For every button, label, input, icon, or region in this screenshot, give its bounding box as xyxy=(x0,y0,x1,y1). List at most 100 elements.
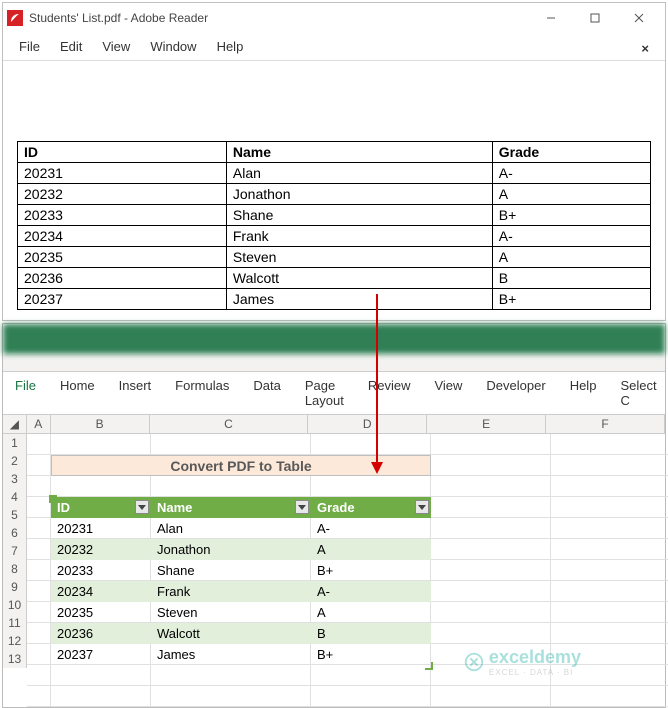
pdf-cell: 20237 xyxy=(18,289,227,310)
pdf-cell: B+ xyxy=(492,205,650,226)
close-button[interactable] xyxy=(617,4,661,32)
row-10[interactable]: 10 xyxy=(3,596,27,614)
document-close-icon[interactable]: × xyxy=(631,37,659,60)
xl-th-grade[interactable]: Grade xyxy=(311,497,431,518)
xl-cell: B+ xyxy=(311,644,431,665)
menu-window[interactable]: Window xyxy=(140,35,206,58)
table-row[interactable]: 20237JamesB+ xyxy=(51,644,431,665)
row-5[interactable]: 5 xyxy=(3,506,27,524)
pdf-cell: 20234 xyxy=(18,226,227,247)
table-row[interactable]: 20232JonathonA xyxy=(51,539,431,560)
sheet-area[interactable]: Convert PDF to Table ID Name Grade 20231… xyxy=(27,434,668,707)
select-all-corner[interactable]: ◢ xyxy=(3,415,27,433)
watermark-logo: exceldemy EXCEL · DATA · BI xyxy=(463,647,581,677)
menu-view[interactable]: View xyxy=(92,35,140,58)
tab-select[interactable]: Select C xyxy=(608,372,668,414)
pdf-table: ID Name Grade 20231AlanA- 20232JonathonA… xyxy=(17,141,651,310)
tab-review[interactable]: Review xyxy=(356,372,423,414)
tab-developer[interactable]: Developer xyxy=(474,372,557,414)
col-C[interactable]: C xyxy=(150,415,309,433)
pdf-cell: A- xyxy=(492,163,650,184)
xl-cell: A xyxy=(311,539,431,560)
adobe-reader-icon xyxy=(7,10,23,26)
pdf-cell: B+ xyxy=(492,289,650,310)
xl-cell: 20232 xyxy=(51,539,151,560)
excel-table: ID Name Grade 20231AlanA- 20232JonathonA… xyxy=(51,497,431,665)
xl-cell: 20234 xyxy=(51,581,151,602)
xl-cell: B xyxy=(311,623,431,644)
row-4[interactable]: 4 xyxy=(3,488,27,506)
pdf-th-name: Name xyxy=(226,142,492,163)
xl-th-id[interactable]: ID xyxy=(51,497,151,518)
col-B[interactable]: B xyxy=(51,415,150,433)
xl-cell: James xyxy=(151,644,311,665)
filter-dropdown-icon[interactable] xyxy=(295,500,309,514)
pdf-cell: A- xyxy=(492,226,650,247)
tab-pagelayout[interactable]: Page Layout xyxy=(293,372,356,414)
pdf-cell: Alan xyxy=(226,163,492,184)
row-1[interactable]: 1 xyxy=(3,434,27,452)
filter-dropdown-icon[interactable] xyxy=(135,500,149,514)
menu-file[interactable]: File xyxy=(9,35,50,58)
xl-th-name[interactable]: Name xyxy=(151,497,311,518)
xl-th-id-label: ID xyxy=(57,500,70,515)
pdf-cell: A xyxy=(492,184,650,205)
pdf-cell: Walcott xyxy=(226,268,492,289)
xl-cell: Jonathon xyxy=(151,539,311,560)
col-D[interactable]: D xyxy=(308,415,427,433)
row-2[interactable]: 2 xyxy=(3,452,27,470)
pdf-cell: James xyxy=(226,289,492,310)
pdf-cell: 20235 xyxy=(18,247,227,268)
adobe-titlebar: Students' List.pdf - Adobe Reader xyxy=(3,3,665,33)
pdf-cell: B xyxy=(492,268,650,289)
window-title: Students' List.pdf - Adobe Reader xyxy=(29,11,529,25)
tab-help[interactable]: Help xyxy=(558,372,609,414)
row-3[interactable]: 3 xyxy=(3,470,27,488)
xl-th-grade-label: Grade xyxy=(317,500,355,515)
tab-file[interactable]: File xyxy=(3,372,48,414)
tab-home[interactable]: Home xyxy=(48,372,107,414)
pdf-cell: Frank xyxy=(226,226,492,247)
row-12[interactable]: 12 xyxy=(3,632,27,650)
pdf-cell: A xyxy=(492,247,650,268)
minimize-button[interactable] xyxy=(529,4,573,32)
col-E[interactable]: E xyxy=(427,415,546,433)
xl-cell: A xyxy=(311,602,431,623)
menu-edit[interactable]: Edit xyxy=(50,35,92,58)
xl-cell: Walcott xyxy=(151,623,311,644)
xl-cell: A- xyxy=(311,518,431,539)
watermark-icon xyxy=(463,651,485,673)
table-row[interactable]: 20236WalcottB xyxy=(51,623,431,644)
filter-dropdown-icon[interactable] xyxy=(415,500,429,514)
adobe-reader-window: Students' List.pdf - Adobe Reader File E… xyxy=(2,2,666,321)
row-6[interactable]: 6 xyxy=(3,524,27,542)
row-11[interactable]: 11 xyxy=(3,614,27,632)
pdf-cell: 20236 xyxy=(18,268,227,289)
excel-titlebar xyxy=(3,324,665,354)
row-8[interactable]: 8 xyxy=(3,560,27,578)
tab-data[interactable]: Data xyxy=(241,372,292,414)
pdf-page: ID Name Grade 20231AlanA- 20232JonathonA… xyxy=(3,61,665,320)
adobe-menubar: File Edit View Window Help × xyxy=(3,33,665,61)
menu-help[interactable]: Help xyxy=(207,35,254,58)
maximize-button[interactable] xyxy=(573,4,617,32)
col-F[interactable]: F xyxy=(546,415,665,433)
excel-window: File Home Insert Formulas Data Page Layo… xyxy=(2,323,666,708)
col-A[interactable]: A xyxy=(27,415,51,433)
pdf-cell: Shane xyxy=(226,205,492,226)
table-row[interactable]: 20233ShaneB+ xyxy=(51,560,431,581)
tab-formulas[interactable]: Formulas xyxy=(163,372,241,414)
tab-insert[interactable]: Insert xyxy=(107,372,164,414)
worksheet-grid[interactable]: 1 2 3 4 5 6 7 8 9 10 11 12 13 xyxy=(3,434,665,707)
row-9[interactable]: 9 xyxy=(3,578,27,596)
tab-view[interactable]: View xyxy=(422,372,474,414)
table-row[interactable]: 20235StevenA xyxy=(51,602,431,623)
table-row[interactable]: 20231AlanA- xyxy=(51,518,431,539)
pdf-th-grade: Grade xyxy=(492,142,650,163)
row-13[interactable]: 13 xyxy=(3,650,27,668)
pdf-cell: 20232 xyxy=(18,184,227,205)
xl-cell: Alan xyxy=(151,518,311,539)
table-row[interactable]: 20234FrankA- xyxy=(51,581,431,602)
row-7[interactable]: 7 xyxy=(3,542,27,560)
xl-th-name-label: Name xyxy=(157,500,192,515)
